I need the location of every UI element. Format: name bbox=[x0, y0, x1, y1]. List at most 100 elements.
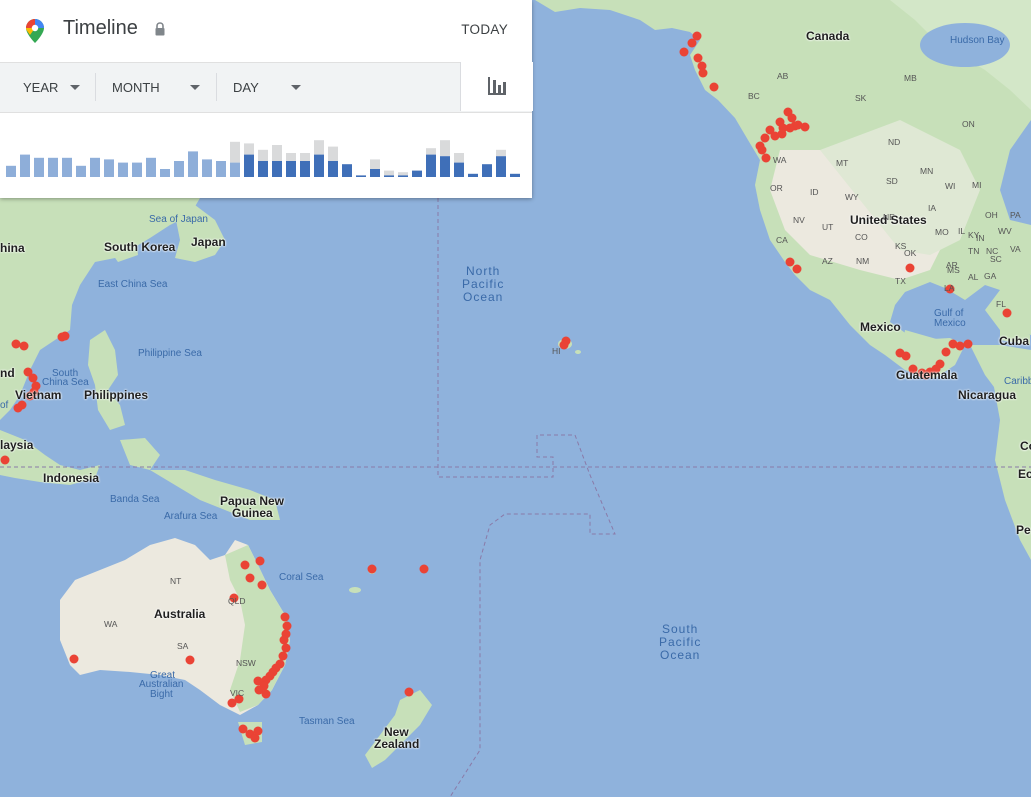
location-marker[interactable] bbox=[770, 131, 780, 141]
chart-bar[interactable] bbox=[118, 162, 128, 177]
location-marker[interactable] bbox=[245, 573, 255, 583]
location-marker[interactable] bbox=[785, 257, 795, 267]
chart-bar[interactable] bbox=[90, 157, 100, 177]
location-marker[interactable] bbox=[901, 351, 911, 361]
chart-bar[interactable] bbox=[454, 162, 464, 177]
year-dropdown[interactable]: YEAR bbox=[23, 63, 95, 112]
chart-bar-secondary[interactable] bbox=[230, 141, 240, 163]
location-marker[interactable] bbox=[261, 689, 271, 699]
chart-bar-secondary[interactable] bbox=[244, 143, 254, 155]
today-button[interactable]: TODAY bbox=[461, 22, 508, 37]
location-marker[interactable] bbox=[709, 82, 719, 92]
location-marker[interactable] bbox=[185, 655, 195, 665]
chart-bar[interactable] bbox=[216, 161, 226, 177]
location-marker[interactable] bbox=[1002, 308, 1012, 318]
location-marker[interactable] bbox=[13, 403, 23, 413]
location-marker[interactable] bbox=[921, 370, 931, 380]
chart-bar[interactable] bbox=[342, 164, 352, 177]
chart-bar[interactable] bbox=[412, 170, 422, 177]
chart-bar[interactable] bbox=[146, 157, 156, 177]
chart-bar[interactable] bbox=[160, 169, 170, 177]
chart-bar[interactable] bbox=[398, 175, 408, 177]
chart-bar-secondary[interactable] bbox=[426, 148, 436, 155]
location-marker[interactable] bbox=[955, 341, 965, 351]
location-marker[interactable] bbox=[11, 339, 21, 349]
chart-bar-secondary[interactable] bbox=[300, 153, 310, 161]
chart-bar[interactable] bbox=[510, 173, 520, 177]
chart-bar[interactable] bbox=[356, 175, 366, 177]
chart-bar-secondary[interactable] bbox=[384, 170, 394, 176]
chart-bar[interactable] bbox=[230, 162, 240, 177]
location-marker[interactable] bbox=[240, 560, 250, 570]
location-marker[interactable] bbox=[698, 68, 708, 78]
location-marker[interactable] bbox=[792, 264, 802, 274]
chart-bar[interactable] bbox=[76, 165, 86, 177]
chart-bar-secondary[interactable] bbox=[328, 146, 338, 161]
location-marker[interactable] bbox=[60, 331, 70, 341]
location-marker[interactable] bbox=[279, 635, 289, 645]
chart-bar[interactable] bbox=[482, 164, 492, 177]
chart-bar-secondary[interactable] bbox=[398, 172, 408, 176]
location-marker[interactable] bbox=[227, 698, 237, 708]
chart-bar-secondary[interactable] bbox=[258, 149, 268, 161]
location-marker[interactable] bbox=[281, 643, 291, 653]
location-marker[interactable] bbox=[760, 133, 770, 143]
location-marker[interactable] bbox=[761, 153, 771, 163]
location-marker[interactable] bbox=[69, 654, 79, 664]
location-marker[interactable] bbox=[963, 339, 973, 349]
chart-bar[interactable] bbox=[188, 151, 198, 177]
activity-bar-chart[interactable] bbox=[0, 111, 532, 198]
location-marker[interactable] bbox=[778, 123, 788, 133]
location-marker[interactable] bbox=[253, 726, 263, 736]
location-marker[interactable] bbox=[367, 564, 377, 574]
location-marker[interactable] bbox=[687, 38, 697, 48]
chart-bar[interactable] bbox=[440, 156, 450, 177]
chart-bar[interactable] bbox=[384, 175, 394, 177]
chart-bar[interactable] bbox=[202, 159, 212, 177]
chart-bar[interactable] bbox=[6, 165, 16, 177]
location-marker[interactable] bbox=[257, 580, 267, 590]
location-marker[interactable] bbox=[25, 391, 35, 401]
chart-bar-secondary[interactable] bbox=[496, 149, 506, 157]
location-marker[interactable] bbox=[280, 612, 290, 622]
location-marker[interactable] bbox=[419, 564, 429, 574]
chart-bar[interactable] bbox=[132, 162, 142, 177]
chart-bar[interactable] bbox=[20, 154, 30, 177]
location-marker[interactable] bbox=[941, 347, 951, 357]
chart-bar-secondary[interactable] bbox=[370, 159, 380, 169]
chart-bar-secondary[interactable] bbox=[440, 140, 450, 157]
location-marker[interactable] bbox=[19, 341, 29, 351]
location-marker[interactable] bbox=[945, 284, 955, 294]
chart-bar-secondary[interactable] bbox=[314, 140, 324, 155]
location-marker[interactable] bbox=[282, 621, 292, 631]
chart-bar[interactable] bbox=[272, 161, 282, 177]
location-marker[interactable] bbox=[787, 113, 797, 123]
location-marker[interactable] bbox=[255, 556, 265, 566]
location-marker[interactable] bbox=[679, 47, 689, 57]
chart-bar[interactable] bbox=[426, 154, 436, 177]
day-dropdown[interactable]: DAY bbox=[233, 63, 313, 112]
location-marker[interactable] bbox=[28, 373, 38, 383]
chart-bar[interactable] bbox=[34, 157, 44, 177]
chart-bar[interactable] bbox=[328, 161, 338, 177]
chart-bar[interactable] bbox=[370, 169, 380, 177]
chart-bar[interactable] bbox=[244, 154, 254, 177]
chart-bar[interactable] bbox=[496, 156, 506, 177]
location-marker[interactable] bbox=[793, 120, 803, 130]
location-marker[interactable] bbox=[229, 593, 239, 603]
chart-bar[interactable] bbox=[300, 161, 310, 177]
chart-bar-secondary[interactable] bbox=[454, 153, 464, 163]
stats-button[interactable] bbox=[460, 62, 533, 111]
chart-bar[interactable] bbox=[62, 157, 72, 177]
location-marker[interactable] bbox=[559, 340, 569, 350]
location-marker[interactable] bbox=[757, 145, 767, 155]
location-marker[interactable] bbox=[404, 687, 414, 697]
chart-bar-secondary[interactable] bbox=[286, 153, 296, 161]
month-dropdown[interactable]: MONTH bbox=[112, 63, 210, 112]
location-marker[interactable] bbox=[278, 651, 288, 661]
chart-bar[interactable] bbox=[286, 161, 296, 177]
location-marker[interactable] bbox=[931, 364, 941, 374]
chart-bar[interactable] bbox=[258, 161, 268, 177]
chart-bar[interactable] bbox=[314, 154, 324, 177]
chart-bar[interactable] bbox=[468, 173, 478, 177]
